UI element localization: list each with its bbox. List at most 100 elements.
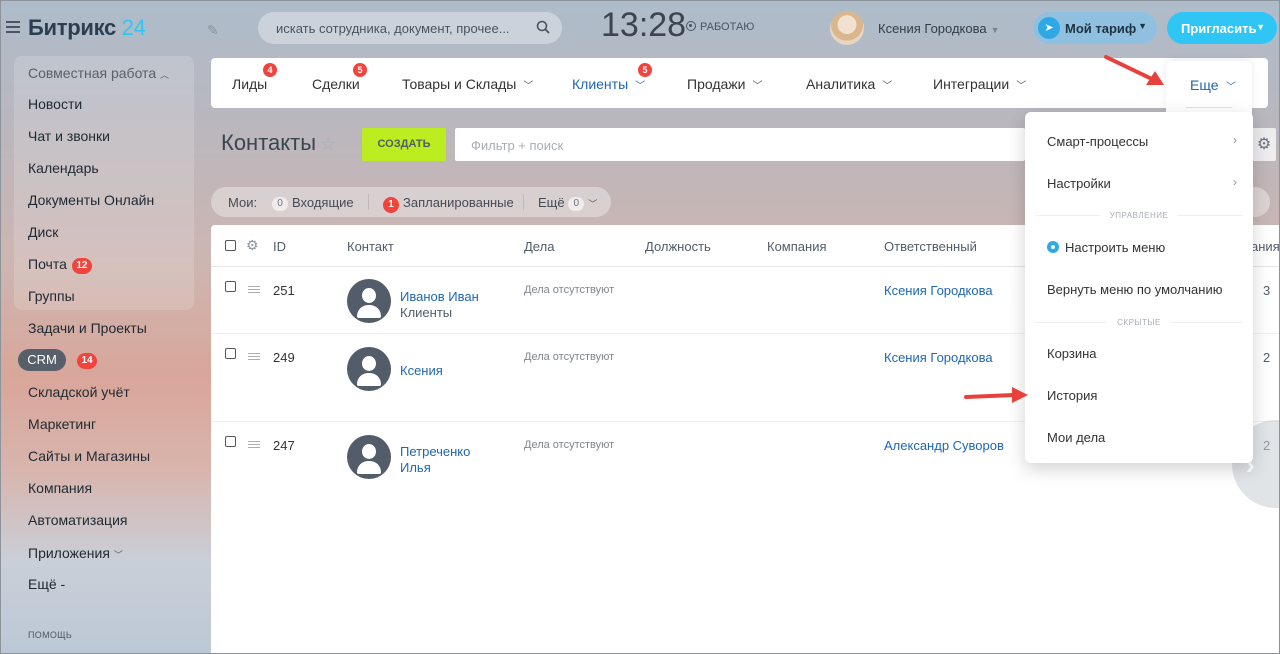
section-hidden: СКРЫТЫЕ: [1025, 318, 1253, 327]
menu-item-settings[interactable]: Настройки ›: [1047, 175, 1237, 191]
menu-item-reset[interactable]: Вернуть меню по умолчанию: [1047, 282, 1222, 297]
divider: [368, 194, 369, 210]
contact-avatar[interactable]: [347, 279, 391, 323]
tab-clients[interactable]: Клиенты ﹀: [572, 76, 645, 92]
sidebar-item-crm[interactable]: CRM: [18, 349, 66, 371]
tab-more[interactable]: Еще ﹀: [1166, 61, 1252, 119]
clients-badge: 5: [638, 63, 652, 77]
counter-more[interactable]: Ещё 0 ﹀: [538, 195, 597, 211]
logo[interactable]: Битрикс 24: [28, 15, 146, 41]
row-id: 251: [273, 283, 295, 298]
chevron-down-icon: ﹀: [635, 81, 646, 92]
sidebar-item-tasks[interactable]: Задачи и Проекты: [28, 320, 147, 336]
sidebar-item-groups[interactable]: Группы: [28, 288, 75, 304]
contact-name[interactable]: Петреченко: [400, 444, 470, 459]
contact-avatar[interactable]: [347, 435, 391, 479]
sidebar-item-disk[interactable]: Диск: [28, 224, 58, 240]
contact-name[interactable]: Иванов Иван: [400, 289, 479, 304]
sidebar-item-calendar[interactable]: Календарь: [28, 160, 99, 176]
help-link[interactable]: ПОМОЩЬ: [28, 630, 72, 640]
pencil-icon[interactable]: ✎: [207, 22, 219, 39]
sidebar-item-marketing[interactable]: Маркетинг: [28, 416, 96, 432]
tab-integrations[interactable]: Интеграции ﹀: [933, 76, 1026, 92]
search-input[interactable]: искать сотрудника, документ, прочее...: [258, 12, 562, 44]
create-button[interactable]: СОЗДАТЬ: [362, 128, 446, 161]
column-id[interactable]: ID: [273, 239, 286, 254]
tab-products[interactable]: Товары и Склады ﹀: [402, 76, 533, 92]
sidebar-item-chat[interactable]: Чат и звонки: [28, 128, 110, 144]
work-status-icon: [686, 21, 696, 31]
menu-item-label: Настроить меню: [1065, 240, 1166, 255]
drag-handle-icon[interactable]: [248, 441, 260, 449]
chevron-down-icon: ﹀: [1016, 81, 1027, 92]
column-deals[interactable]: Дела: [524, 239, 554, 254]
menu-item-configure[interactable]: Настроить меню: [1047, 240, 1165, 255]
clock: 13:28: [601, 6, 687, 44]
menu-item-smart-processes[interactable]: Смарт-процессы ›: [1047, 133, 1237, 149]
counter-planned[interactable]: 1 Запланированные: [383, 195, 514, 213]
star-icon[interactable]: ☆: [320, 134, 336, 155]
top-header: Битрикс 24 ✎ искать сотрудника, документ…: [0, 0, 1280, 56]
row-checkbox[interactable]: [225, 348, 236, 359]
work-status[interactable]: РАБОТАЮ: [686, 21, 754, 33]
tab-sales[interactable]: Продажи ﹀: [687, 76, 762, 92]
sidebar-item-documents[interactable]: Документы Онлайн: [28, 192, 154, 208]
chevron-down-icon: ﹀: [588, 199, 598, 209]
deals-status: Дела отсутствуют: [524, 351, 615, 363]
chevron-right-icon: ›: [1233, 175, 1237, 189]
tab-label: Продажи: [687, 76, 746, 92]
chevron-down-icon: ▼: [1256, 22, 1265, 32]
sidebar-item-company[interactable]: Компания: [28, 480, 92, 496]
sidebar-item-news[interactable]: Новости: [28, 96, 82, 112]
menu-item-history[interactable]: История: [1047, 388, 1097, 403]
search-icon[interactable]: [536, 20, 550, 34]
sidebar-item-automation[interactable]: Автоматизация: [28, 512, 127, 528]
gear-icon[interactable]: ⚙: [246, 237, 259, 254]
row-checkbox[interactable]: [225, 436, 236, 447]
invite-button[interactable]: Пригласить ▼: [1167, 12, 1277, 44]
counter-label: Входящие: [292, 195, 354, 210]
filter-input[interactable]: Фильтр + поиск: [455, 128, 1025, 161]
avatar[interactable]: [830, 11, 864, 45]
sidebar-item-more[interactable]: Ещё -: [28, 576, 65, 592]
column-contact[interactable]: Контакт: [347, 239, 394, 254]
menu-icon[interactable]: [6, 21, 20, 33]
tab-deals[interactable]: Сделки: [312, 76, 360, 92]
drag-handle-icon[interactable]: [248, 353, 260, 361]
contact-name-line2[interactable]: Илья: [400, 460, 431, 475]
menu-item-label: Смарт-процессы: [1047, 134, 1149, 149]
sidebar-group-title[interactable]: Совместная работа ︿: [28, 65, 169, 81]
tab-label: Товары и Склады: [402, 76, 517, 92]
sidebar-item-sites[interactable]: Сайты и Магазины: [28, 448, 150, 464]
gear-icon[interactable]: ⚙: [1252, 128, 1276, 161]
counter-incoming[interactable]: 0 Входящие: [272, 195, 354, 211]
sidebar-item-mail[interactable]: Почта 12: [28, 256, 92, 274]
tab-leads[interactable]: Лиды: [232, 76, 267, 92]
my-tariff-button[interactable]: ➤ Мой тариф ▼: [1033, 12, 1157, 44]
tab-label: Аналитика: [806, 76, 876, 92]
drag-handle-icon[interactable]: [248, 286, 260, 294]
column-company[interactable]: Компания: [767, 239, 827, 254]
responsible-link[interactable]: Александр Суворов: [884, 438, 1004, 453]
select-all-checkbox[interactable]: [225, 240, 236, 251]
responsible-link[interactable]: Ксения Городкова: [884, 350, 993, 365]
contact-name[interactable]: Ксения: [400, 363, 443, 378]
cut-cell: 3: [1263, 283, 1271, 298]
responsible-link[interactable]: Ксения Городкова: [884, 283, 993, 298]
divider: [523, 194, 524, 210]
sidebar-item-apps[interactable]: Приложения ﹀: [28, 545, 123, 561]
column-responsible[interactable]: Ответственный: [884, 239, 977, 254]
divider: [1186, 107, 1232, 108]
menu-item-label: Настройки: [1047, 176, 1111, 191]
row-checkbox[interactable]: [225, 281, 236, 292]
menu-item-trash[interactable]: Корзина: [1047, 346, 1097, 361]
user-menu[interactable]: Ксения Городкова ▼: [878, 21, 1000, 36]
sidebar-item-label: Приложения: [28, 545, 110, 561]
sidebar-item-inventory[interactable]: Складской учёт: [28, 384, 130, 400]
tab-analytics[interactable]: Аналитика ﹀: [806, 76, 892, 92]
menu-item-my-deals[interactable]: Мои дела: [1047, 430, 1105, 445]
column-cut[interactable]: ания: [1251, 239, 1280, 254]
crm-badge: 14: [77, 353, 97, 369]
column-position[interactable]: Должность: [645, 239, 711, 254]
contact-avatar[interactable]: [347, 347, 391, 391]
